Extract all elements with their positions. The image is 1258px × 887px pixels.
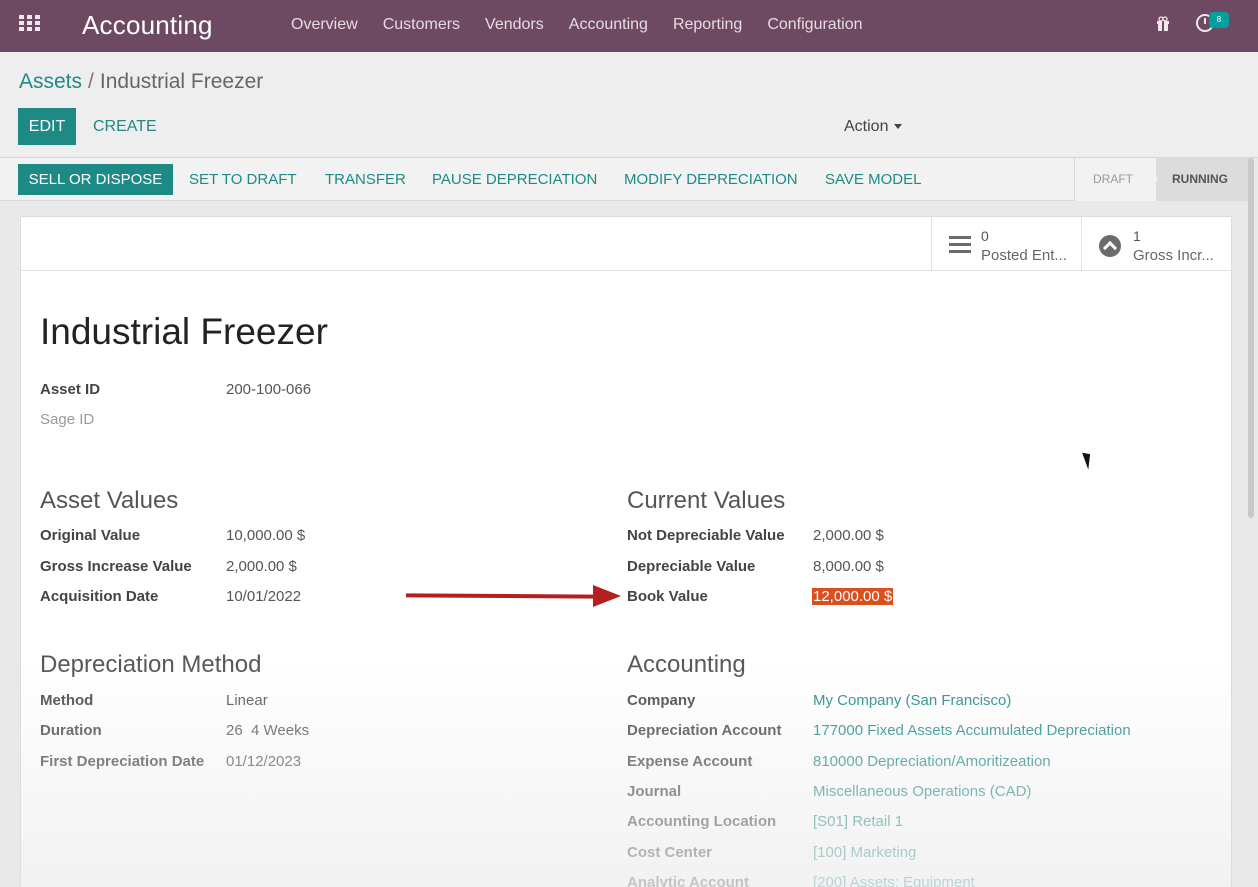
set-to-draft-button[interactable]: SET TO DRAFT bbox=[189, 171, 297, 188]
menu-vendors[interactable]: Vendors bbox=[485, 16, 544, 34]
stage-pipeline: RUNNING DRAFT bbox=[1074, 158, 1250, 201]
vertical-scrollbar[interactable] bbox=[1248, 158, 1254, 518]
not-depreciable-value: 2,000.00 $ bbox=[813, 527, 884, 544]
duration-value: 26 4 Weeks bbox=[226, 722, 310, 739]
action-dropdown[interactable]: Action bbox=[844, 118, 903, 136]
annotation-arrow-shaft bbox=[405, 593, 597, 599]
gross-increase-value: 2,000.00 $ bbox=[226, 558, 297, 575]
record-title: Industrial Freezer bbox=[40, 311, 328, 352]
app-grid-icon[interactable] bbox=[19, 15, 41, 33]
pause-depreciation-button[interactable]: PAUSE DEPRECIATION bbox=[432, 171, 597, 188]
first-depreciation-date-label: First Depreciation Date bbox=[40, 753, 205, 770]
accounting-location-label: Accounting Location bbox=[627, 813, 777, 830]
action-label: Action bbox=[844, 118, 889, 135]
gross-increase-count: 1 bbox=[1133, 228, 1141, 244]
depreciation-account-label: Depreciation Account bbox=[627, 722, 782, 739]
cost-center-label: Cost Center bbox=[627, 844, 713, 861]
book-value-highlight: 12,000.00 $ bbox=[812, 588, 894, 605]
gross-increase-label: Gross Incr... bbox=[1133, 247, 1214, 264]
menu-reporting[interactable]: Reporting bbox=[673, 16, 742, 34]
breadcrumb-separator: / bbox=[88, 70, 94, 93]
cost-center-link[interactable]: [100] Marketing bbox=[813, 844, 916, 861]
menu-configuration[interactable]: Configuration bbox=[767, 16, 862, 34]
duration-label: Duration bbox=[40, 722, 102, 739]
edit-button[interactable]: EDIT bbox=[18, 108, 76, 145]
modify-depreciation-button[interactable]: MODIFY DEPRECIATION bbox=[624, 171, 798, 188]
menu-overview[interactable]: Overview bbox=[291, 16, 358, 34]
original-value-label: Original Value bbox=[40, 527, 141, 544]
gift-icon[interactable] bbox=[1156, 16, 1170, 32]
create-button[interactable]: CREATE bbox=[93, 118, 157, 136]
depreciable-value: 8,000.00 $ bbox=[813, 558, 884, 575]
breadcrumb-current: Industrial Freezer bbox=[99, 70, 264, 93]
button-box: 0 Posted Ent... 1 Gross Incr... bbox=[21, 217, 1231, 271]
activity-badge: 8 bbox=[1209, 12, 1229, 28]
depreciation-account-link[interactable]: 177000 Fixed Assets Accumulated Deprecia… bbox=[813, 722, 1131, 739]
list-icon bbox=[949, 236, 971, 254]
top-menu: Overview Customers Vendors Accounting Re… bbox=[291, 16, 887, 34]
control-panel: Assets / Industrial Freezer EDIT CREATE Ac… bbox=[0, 52, 1258, 158]
first-depreciation-date-value: 01/12/2023 bbox=[226, 753, 302, 770]
analytic-account-label: Analytic Account bbox=[627, 874, 749, 887]
save-model-button[interactable]: SAVE MODEL bbox=[825, 171, 921, 188]
sell-or-dispose-button[interactable]: SELL OR DISPOSE bbox=[18, 164, 173, 195]
posted-entries-count: 0 bbox=[981, 228, 989, 244]
company-label: Company bbox=[627, 692, 696, 709]
stage-draft[interactable]: DRAFT bbox=[1074, 158, 1156, 201]
stage-arrow bbox=[1146, 158, 1158, 201]
depreciation-method-heading: Depreciation Method bbox=[40, 651, 262, 678]
gross-increase-value-label: Gross Increase Value bbox=[40, 558, 192, 575]
arrow-up-circle-icon bbox=[1099, 235, 1121, 257]
method-value: Linear bbox=[226, 692, 268, 709]
asset-id-label: Asset ID bbox=[40, 381, 101, 398]
sage-id-label: Sage ID bbox=[40, 411, 95, 428]
book-value: 12,000.00 $ bbox=[812, 588, 894, 605]
posted-entries-button[interactable]: 0 Posted Ent... bbox=[931, 217, 1081, 271]
acquisition-date-value: 10/01/2022 bbox=[226, 588, 302, 605]
method-label: Method bbox=[40, 692, 94, 709]
not-depreciable-value-label: Not Depreciable Value bbox=[627, 527, 785, 544]
original-value: 10,000.00 $ bbox=[226, 527, 306, 544]
book-value-label: Book Value bbox=[627, 588, 708, 605]
top-navbar: Accounting Overview Customers Vendors Ac… bbox=[0, 0, 1258, 52]
asset-values-heading: Asset Values bbox=[40, 487, 179, 514]
transfer-button[interactable]: TRANSFER bbox=[325, 171, 406, 188]
accounting-location-link[interactable]: [S01] Retail 1 bbox=[813, 813, 903, 830]
breadcrumb: Assets / Industrial Freezer bbox=[19, 70, 263, 94]
acquisition-date-label: Acquisition Date bbox=[40, 588, 159, 605]
posted-entries-label: Posted Ent... bbox=[981, 247, 1067, 264]
caret-down-icon bbox=[894, 124, 903, 130]
expense-account-label: Expense Account bbox=[627, 753, 753, 770]
annotation-arrow-head-icon bbox=[593, 585, 621, 607]
app-title[interactable]: Accounting bbox=[82, 10, 213, 41]
stage-running[interactable]: RUNNING bbox=[1146, 158, 1250, 201]
breadcrumb-assets[interactable]: Assets bbox=[19, 70, 82, 93]
menu-accounting[interactable]: Accounting bbox=[569, 16, 648, 34]
asset-id-value: 200-100-066 bbox=[226, 381, 312, 398]
company-link[interactable]: My Company (San Francisco) bbox=[813, 692, 1011, 709]
journal-link[interactable]: Miscellaneous Operations (CAD) bbox=[813, 783, 1031, 800]
status-bar: SELL OR DISPOSE SET TO DRAFT TRANSFER PA… bbox=[0, 158, 1250, 201]
form-sheet: 0 Posted Ent... 1 Gross Incr... Industri… bbox=[20, 216, 1232, 887]
analytic-account-link[interactable]: [200] Assets: Equipment bbox=[813, 874, 975, 887]
gross-increase-button[interactable]: 1 Gross Incr... bbox=[1081, 217, 1231, 271]
depreciable-value-label: Depreciable Value bbox=[627, 558, 756, 575]
menu-customers[interactable]: Customers bbox=[383, 16, 460, 34]
expense-account-link[interactable]: 810000 Depreciation/Amoritizeation bbox=[813, 753, 1051, 770]
accounting-heading: Accounting bbox=[627, 651, 746, 678]
journal-label: Journal bbox=[627, 783, 682, 800]
current-values-heading: Current Values bbox=[627, 487, 786, 514]
